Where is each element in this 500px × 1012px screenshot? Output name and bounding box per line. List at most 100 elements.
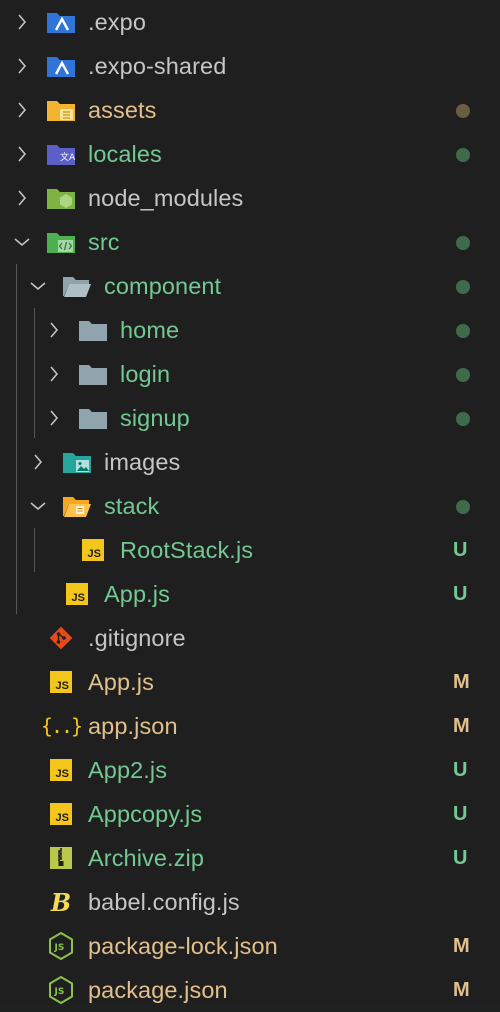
git-status-badge: U bbox=[453, 803, 468, 825]
tree-item-app-js[interactable]: JS App.js M bbox=[0, 660, 500, 704]
node-folder-icon bbox=[46, 185, 76, 211]
tree-item-label: locales bbox=[88, 141, 162, 167]
tree-item-package-json[interactable]: JS package.json M bbox=[0, 968, 500, 1012]
file-explorer: .expo .expo-shared assets 文A locales nod… bbox=[0, 0, 500, 1004]
tree-item-src-app-js[interactable]: JS App.js U bbox=[0, 572, 500, 616]
tree-item-component[interactable]: component bbox=[0, 264, 500, 308]
chevron-down-icon[interactable] bbox=[28, 264, 48, 308]
tree-item-label: assets bbox=[88, 97, 157, 123]
tree-item-label: images bbox=[104, 449, 181, 475]
svg-text:JS: JS bbox=[54, 943, 65, 953]
chevron-right-icon[interactable] bbox=[44, 308, 64, 352]
status-dot bbox=[456, 236, 470, 250]
git-status-badge: U bbox=[453, 759, 468, 781]
folder-icon bbox=[78, 317, 108, 343]
chevron-right-icon[interactable] bbox=[44, 396, 64, 440]
js-file-icon: JS bbox=[46, 669, 76, 695]
tree-item-package-lock-json[interactable]: JS package-lock.json M bbox=[0, 924, 500, 968]
chevron-down-icon[interactable] bbox=[12, 220, 32, 264]
git-status-badge: M bbox=[453, 979, 470, 1001]
tree-item-babel-config-js[interactable]: B babel.config.js bbox=[0, 880, 500, 924]
tree-item-expo-shared[interactable]: .expo-shared bbox=[0, 44, 500, 88]
chevron-right-icon[interactable] bbox=[44, 352, 64, 396]
tree-item-home[interactable]: home bbox=[0, 308, 500, 352]
tree-item-stack[interactable]: stack bbox=[0, 484, 500, 528]
locales-folder-icon: 文A bbox=[46, 141, 76, 167]
status-dot bbox=[456, 500, 470, 514]
tree-item-expo[interactable]: .expo bbox=[0, 0, 500, 44]
chevron-right-icon[interactable] bbox=[28, 440, 48, 484]
status-dot bbox=[456, 412, 470, 426]
expo-folder-icon bbox=[46, 9, 76, 35]
status-dot bbox=[456, 104, 470, 118]
tree-item-label: App2.js bbox=[88, 757, 168, 783]
chevron-right-icon[interactable] bbox=[12, 176, 32, 220]
babel-icon: B bbox=[50, 887, 72, 917]
images-folder-icon bbox=[62, 449, 92, 475]
tree-item-label: package.json bbox=[88, 977, 228, 1003]
tree-item-rootstack-js[interactable]: JS RootStack.js U bbox=[0, 528, 500, 572]
tree-item-label: Appcopy.js bbox=[88, 801, 203, 827]
tree-item-gitignore[interactable]: .gitignore bbox=[0, 616, 500, 660]
tree-item-label: home bbox=[120, 317, 180, 343]
tree-item-label: .expo-shared bbox=[88, 53, 227, 79]
tree-item-label: App.js bbox=[88, 669, 154, 695]
tree-item-label: login bbox=[120, 361, 171, 387]
tree-item-label: Archive.zip bbox=[88, 845, 205, 871]
tree-item-label: app.json bbox=[88, 713, 178, 739]
zip-icon bbox=[46, 845, 76, 871]
status-dot bbox=[456, 148, 470, 162]
git-status-badge: M bbox=[453, 671, 470, 693]
chevron-right-icon[interactable] bbox=[12, 0, 32, 44]
nodejs-icon: JS bbox=[46, 932, 76, 960]
status-dot bbox=[456, 324, 470, 338]
tree-item-appcopy-js[interactable]: JS Appcopy.js U bbox=[0, 792, 500, 836]
js-file-icon: JS bbox=[46, 757, 76, 783]
js-file-icon: JS bbox=[78, 537, 108, 563]
status-dot bbox=[456, 280, 470, 294]
tree-item-label: src bbox=[88, 229, 120, 255]
tree-item-label: .expo bbox=[88, 9, 146, 35]
tree-item-app-json[interactable]: {..} app.json M bbox=[0, 704, 500, 748]
tree-item-label: node_modules bbox=[88, 185, 244, 211]
chevron-right-icon[interactable] bbox=[12, 88, 32, 132]
js-file-icon: JS bbox=[62, 581, 92, 607]
git-status-badge: U bbox=[453, 847, 468, 869]
git-status-badge: M bbox=[453, 715, 470, 737]
git-status-badge: U bbox=[453, 539, 468, 561]
src-folder-open-icon bbox=[46, 229, 76, 255]
tree-item-app2-js[interactable]: JS App2.js U bbox=[0, 748, 500, 792]
folder-icon bbox=[78, 405, 108, 431]
tree-item-locales[interactable]: 文A locales bbox=[0, 132, 500, 176]
svg-text:文A: 文A bbox=[60, 151, 76, 163]
folder-open-icon bbox=[62, 493, 92, 519]
git-status-badge: M bbox=[453, 935, 470, 957]
folder-icon bbox=[78, 361, 108, 387]
chevron-down-icon[interactable] bbox=[28, 484, 48, 528]
chevron-right-icon[interactable] bbox=[12, 44, 32, 88]
tree-item-label: .gitignore bbox=[88, 625, 186, 651]
json-icon: {..} bbox=[40, 714, 83, 738]
tree-item-assets[interactable]: assets bbox=[0, 88, 500, 132]
status-dot bbox=[456, 368, 470, 382]
tree-item-login[interactable]: login bbox=[0, 352, 500, 396]
tree-item-src[interactable]: src bbox=[0, 220, 500, 264]
chevron-right-icon[interactable] bbox=[12, 132, 32, 176]
tree-item-archive-zip[interactable]: Archive.zip U bbox=[0, 836, 500, 880]
tree-item-images[interactable]: images bbox=[0, 440, 500, 484]
folder-open-icon bbox=[62, 273, 92, 299]
tree-item-label: stack bbox=[104, 493, 160, 519]
git-status-badge: U bbox=[453, 583, 468, 605]
tree-item-node-modules[interactable]: node_modules bbox=[0, 176, 500, 220]
nodejs-icon: JS bbox=[46, 976, 76, 1004]
git-icon bbox=[46, 625, 76, 651]
expo-folder-icon bbox=[46, 53, 76, 79]
js-file-icon: JS bbox=[46, 801, 76, 827]
tree-item-label: App.js bbox=[104, 581, 170, 607]
tree-item-label: component bbox=[104, 273, 222, 299]
assets-folder-icon bbox=[46, 97, 76, 123]
tree-item-signup[interactable]: signup bbox=[0, 396, 500, 440]
tree-item-label: RootStack.js bbox=[120, 537, 254, 563]
tree-item-label: signup bbox=[120, 405, 190, 431]
svg-text:JS: JS bbox=[54, 987, 65, 997]
